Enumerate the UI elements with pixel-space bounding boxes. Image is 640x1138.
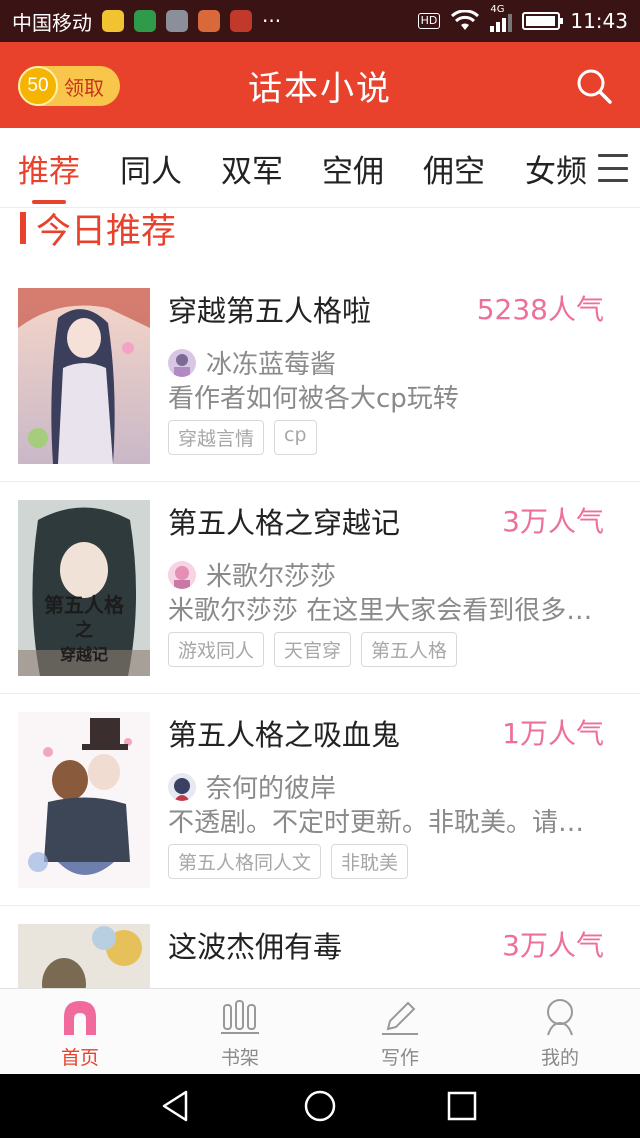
author-avatar bbox=[168, 772, 196, 801]
profile-icon bbox=[547, 999, 573, 1036]
author-avatar bbox=[168, 560, 196, 589]
popularity-count: 1万人气 bbox=[502, 717, 604, 750]
recent-apps-icon[interactable] bbox=[444, 1088, 480, 1124]
nav-write[interactable]: 写作 bbox=[340, 997, 460, 1073]
system-navigation-bar bbox=[0, 1074, 640, 1138]
author-name: 奈何的彼岸 bbox=[206, 774, 337, 804]
book-tag[interactable]: 天官穿 bbox=[274, 632, 352, 667]
book-title[interactable]: 这波杰佣有毒 bbox=[168, 924, 342, 966]
claim-label: 领取 bbox=[64, 75, 104, 100]
book-tag[interactable]: 游戏同人 bbox=[168, 632, 265, 667]
app-notification-icon bbox=[198, 10, 220, 32]
section-title: 今日推荐 bbox=[36, 211, 177, 252]
tab-kongyong[interactable]: 空佣 bbox=[322, 146, 384, 191]
nav-label: 书架 bbox=[220, 1047, 259, 1069]
popularity-count: 3万人气 bbox=[502, 929, 604, 962]
book-description: 看作者如何被各大cp玩转 bbox=[168, 384, 459, 414]
coin-reward-button[interactable]: 50 领取 bbox=[18, 66, 120, 106]
book-title[interactable]: 第五人格之穿越记 bbox=[168, 500, 400, 542]
wifi-icon bbox=[451, 10, 480, 30]
nav-home[interactable]: 首页 bbox=[20, 997, 140, 1073]
book-cover bbox=[18, 712, 150, 888]
nav-bookshelf[interactable]: 书架 bbox=[180, 997, 300, 1073]
image-notification-icon bbox=[166, 10, 188, 32]
section-header: 今日推荐 bbox=[20, 206, 176, 252]
hd-badge: HD bbox=[417, 13, 441, 29]
author-name: 米歌尔莎莎 bbox=[206, 562, 337, 592]
bottom-navigation: 首页 书架 写作 我的 bbox=[0, 988, 640, 1074]
status-bar: 中国移动 ··· HD 4G 11:43 bbox=[0, 0, 640, 42]
book-list-item[interactable]: 这波杰佣有毒 3万人气 bbox=[0, 906, 640, 988]
book-list-item[interactable]: 第五人格之吸血鬼 1万人气 奈何的彼岸 不透剧。不定时更新。非耽美。请多指教 第… bbox=[0, 694, 640, 906]
book-title[interactable]: 穿越第五人格啦 bbox=[168, 288, 371, 330]
book-tag[interactable]: 第五人格 bbox=[361, 632, 458, 667]
nav-label: 首页 bbox=[60, 1047, 99, 1069]
home-circle-icon[interactable] bbox=[302, 1088, 338, 1124]
book-description: 米歌尔莎莎 在这里大家会看到很多很多 bbox=[168, 596, 608, 626]
menu-icon[interactable] bbox=[598, 154, 628, 182]
book-title[interactable]: 第五人格之吸血鬼 bbox=[168, 712, 400, 754]
book-tag[interactable]: 非耽美 bbox=[331, 844, 409, 879]
app-notification-icon bbox=[102, 10, 124, 32]
book-cover bbox=[18, 924, 150, 988]
tab-fanfic[interactable]: 同人 bbox=[120, 146, 182, 191]
cover-title-line: 第五人格 bbox=[44, 593, 125, 617]
tab-shuangjun[interactable]: 双军 bbox=[221, 146, 283, 191]
section-accent-bar bbox=[20, 212, 26, 244]
back-icon[interactable] bbox=[158, 1088, 194, 1124]
nav-label: 写作 bbox=[380, 1047, 419, 1069]
tag-list: 游戏同人 天官穿 第五人格 bbox=[168, 632, 458, 667]
nav-profile[interactable]: 我的 bbox=[500, 997, 620, 1073]
tab-yongkong[interactable]: 佣空 bbox=[423, 146, 485, 191]
cover-title-line: 穿越记 bbox=[60, 645, 108, 664]
book-cover: 第五人格 之 穿越记 bbox=[18, 500, 150, 676]
book-list-item[interactable]: 穿越第五人格啦 5238人气 冰冻蓝莓酱 看作者如何被各大cp玩转 穿越言情 c… bbox=[0, 270, 640, 482]
tag-list: 穿越言情 cp bbox=[168, 420, 317, 455]
popularity-count: 3万人气 bbox=[502, 505, 604, 538]
cover-title-line: 之 bbox=[75, 619, 93, 641]
nav-label: 我的 bbox=[540, 1047, 579, 1069]
book-list-item[interactable]: 第五人格 之 穿越记 第五人格之穿越记 3万人气 米歌尔莎莎 米歌尔莎莎 在这里… bbox=[0, 482, 640, 694]
app-header: 50 领取 话本小说 bbox=[0, 42, 640, 128]
network-type-label: 4G bbox=[490, 4, 505, 15]
more-notifications-icon: ··· bbox=[262, 9, 282, 33]
tab-female[interactable]: 女频 bbox=[525, 146, 587, 191]
tab-recommend[interactable]: 推荐 bbox=[18, 146, 80, 191]
coin-icon: 50 bbox=[18, 66, 58, 106]
search-icon[interactable] bbox=[574, 66, 614, 106]
book-tag[interactable]: 穿越言情 bbox=[168, 420, 265, 455]
carrier-label: 中国移动 bbox=[12, 10, 92, 35]
home-icon bbox=[64, 1001, 96, 1035]
signal-icon: 4G bbox=[490, 4, 513, 32]
author-row: 冰冻蓝莓酱 bbox=[168, 344, 336, 381]
author-avatar bbox=[168, 348, 196, 377]
book-description: 不透剧。不定时更新。非耽美。请多指教 bbox=[168, 808, 608, 838]
pen-icon bbox=[382, 1001, 418, 1035]
author-row: 奈何的彼岸 bbox=[168, 768, 336, 805]
author-row: 米歌尔莎莎 bbox=[168, 556, 336, 593]
book-tag[interactable]: 第五人格同人文 bbox=[168, 844, 322, 879]
app-title: 话本小说 bbox=[248, 68, 392, 109]
popularity-count: 5238人气 bbox=[476, 293, 604, 326]
app-notification-icon bbox=[230, 10, 252, 32]
book-tag[interactable]: cp bbox=[274, 420, 317, 455]
category-tabs: 推荐 同人 双军 空佣 佣空 女频 bbox=[0, 128, 640, 208]
bookshelf-icon bbox=[221, 1000, 259, 1034]
book-cover bbox=[18, 288, 150, 464]
battery-icon bbox=[522, 12, 564, 30]
app-notification-icon bbox=[134, 10, 156, 32]
author-name: 冰冻蓝莓酱 bbox=[206, 350, 337, 380]
clock: 11:43 bbox=[570, 9, 628, 33]
tag-list: 第五人格同人文 非耽美 bbox=[168, 844, 409, 879]
